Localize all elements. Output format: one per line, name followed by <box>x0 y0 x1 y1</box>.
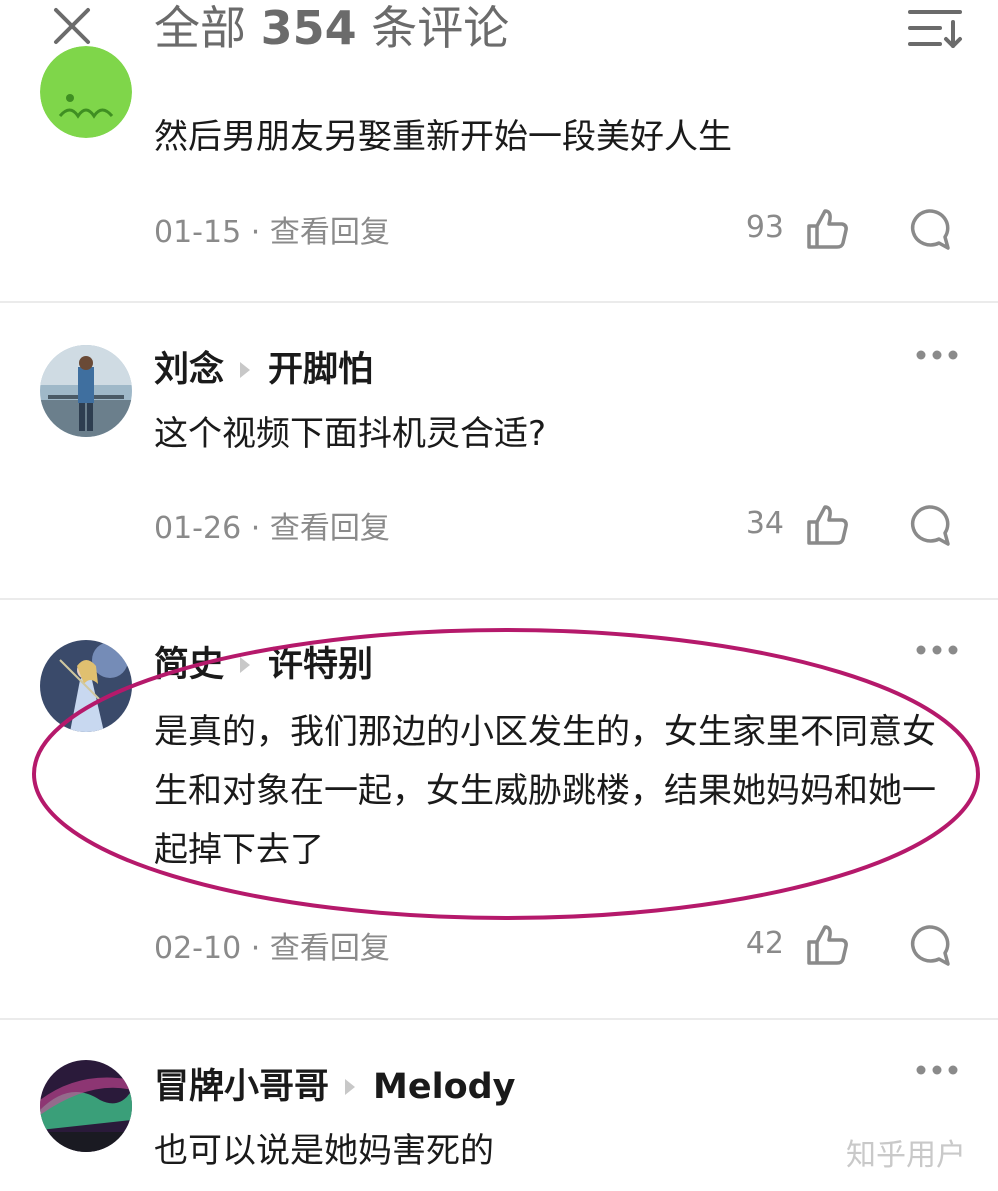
reply-to-name[interactable]: 许特别 <box>268 645 373 685</box>
comment-content: 这个视频下面抖机灵合适? <box>154 414 547 454</box>
meta-separator: · <box>250 215 261 250</box>
comment-bubble-icon <box>911 925 950 966</box>
comment-item: 然后男朋友另娶重新开始一段美好人生 01-15 · 查看回复 93 <box>0 0 998 300</box>
comment-content: 是真的，我们那边的小区发生的，女生家里不同意女生和对象在一起，女生威胁跳楼，结果… <box>154 712 936 870</box>
thumbs-up-icon <box>807 209 848 249</box>
more-dots-icon <box>916 1065 958 1075</box>
thumbs-up-icon <box>807 925 848 965</box>
meta-separator: · <box>250 511 261 546</box>
avatar-anime-violinist <box>40 640 132 732</box>
more-dots-icon <box>916 645 958 655</box>
meta-separator: · <box>250 931 261 966</box>
more-options-button[interactable] <box>914 1060 960 1080</box>
reply-arrow-icon <box>345 1079 356 1095</box>
like-button[interactable] <box>804 206 850 252</box>
comment-meta: 02-10 · 查看回复 <box>154 929 390 969</box>
reply-to-name[interactable]: 开脚怕 <box>268 350 373 390</box>
reply-button[interactable] <box>906 922 952 968</box>
comment-author-line: 刘念 开脚怕 <box>154 345 373 393</box>
more-dots-icon <box>916 350 958 360</box>
comment-date: 01-26 <box>154 511 242 546</box>
author-name[interactable]: 简史 <box>154 645 224 685</box>
avatar[interactable] <box>40 46 132 138</box>
avatar[interactable] <box>40 1060 132 1152</box>
avatar-aurora <box>40 1060 132 1152</box>
comment-date: 02-10 <box>154 931 242 966</box>
comment-item: 简史 许特别 是真的，我们那边的小区发生的，女生家里不同意女生和对象在一起，女生威… <box>0 600 998 1018</box>
comment-date: 01-15 <box>154 215 242 250</box>
like-count: 34 <box>745 506 784 541</box>
like-count: 42 <box>745 926 784 961</box>
watermark: 知乎用户 <box>846 1138 966 1173</box>
reply-button[interactable] <box>906 502 952 548</box>
comment-meta: 01-26 · 查看回复 <box>154 509 390 549</box>
like-button[interactable] <box>804 922 850 968</box>
comment-bubble-icon <box>911 209 950 250</box>
author-name[interactable]: 刘念 <box>154 350 224 390</box>
avatar-photographer <box>40 345 132 437</box>
reply-arrow-icon <box>240 362 251 378</box>
reply-arrow-icon <box>240 657 251 673</box>
comment-content: 然后男朋友另娶重新开始一段美好人生 <box>154 117 732 157</box>
view-replies-link[interactable]: 查看回复 <box>270 931 390 966</box>
reply-to-name[interactable]: Melody <box>373 1067 515 1107</box>
like-button[interactable] <box>804 502 850 548</box>
like-count: 93 <box>745 210 784 245</box>
view-replies-link[interactable]: 查看回复 <box>270 215 390 250</box>
comment-bubble-icon <box>911 505 950 546</box>
comment-author-line: 冒牌小哥哥 Melody <box>154 1062 516 1110</box>
view-replies-link[interactable]: 查看回复 <box>270 511 390 546</box>
more-options-button[interactable] <box>914 345 960 365</box>
comment-author-line: 简史 许特别 <box>154 640 373 688</box>
avatar[interactable] <box>40 345 132 437</box>
avatar-green-cartoon <box>40 46 132 138</box>
comment-content: 也可以说是她妈害死的 <box>154 1131 494 1171</box>
thumbs-up-icon <box>807 505 848 545</box>
comment-meta: 01-15 · 查看回复 <box>154 213 390 253</box>
comment-item: 刘念 开脚怕 这个视频下面抖机灵合适? 01-26 · 查看回复 34 <box>0 303 998 600</box>
author-name[interactable]: 冒牌小哥哥 <box>154 1067 329 1107</box>
reply-button[interactable] <box>906 206 952 252</box>
avatar[interactable] <box>40 640 132 732</box>
more-options-button[interactable] <box>914 640 960 660</box>
